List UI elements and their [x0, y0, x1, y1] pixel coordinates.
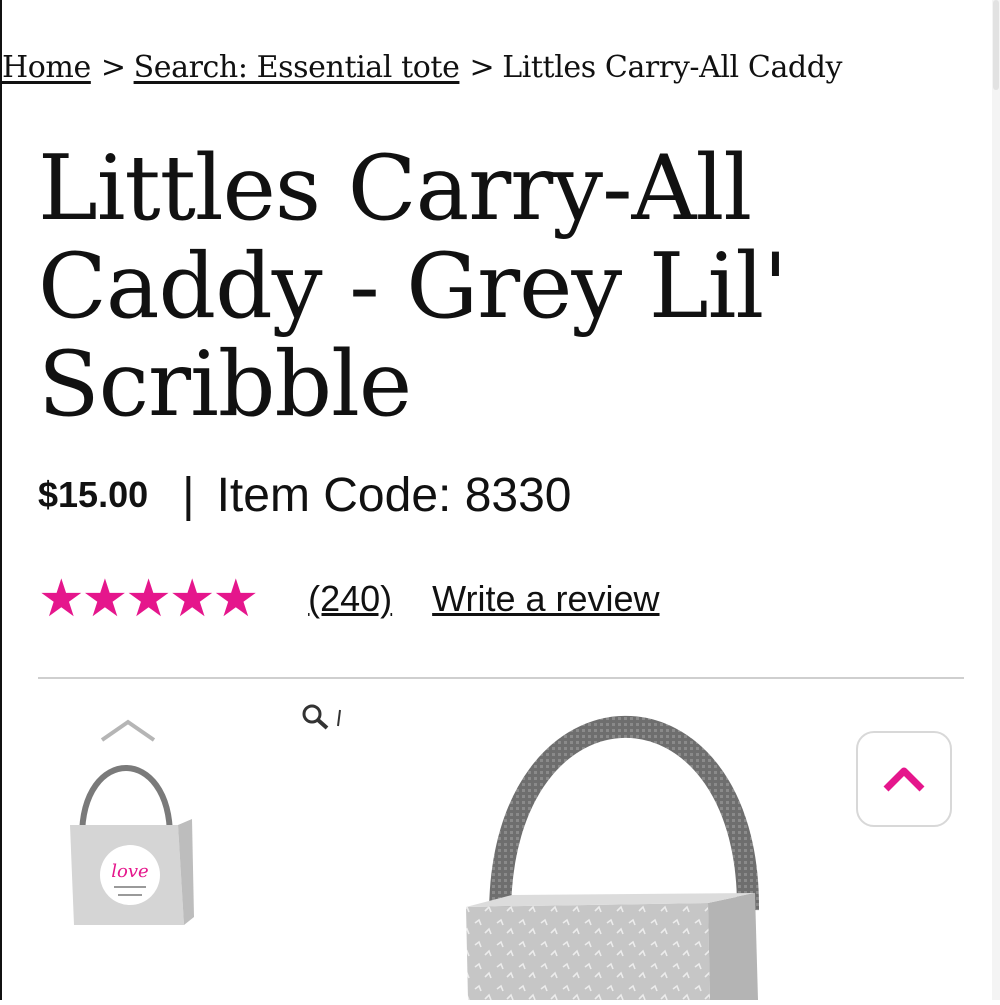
chevron-up-icon	[883, 767, 925, 792]
scrollbar-thumb[interactable]	[993, 0, 999, 90]
back-to-top-button[interactable]	[856, 731, 952, 827]
caddy-thumbnail-image: love	[70, 765, 194, 925]
breadcrumb-current: Littles Carry-All Caddy	[502, 50, 843, 85]
breadcrumb-separator: >	[100, 50, 126, 85]
price-row: $15.00 | Item Code: 8330	[38, 465, 571, 525]
product-thumbnail[interactable]: love	[60, 745, 200, 955]
product-main-image[interactable]	[450, 675, 790, 1000]
thumbnail-badge-text: love	[111, 861, 148, 882]
caddy-main-image	[466, 715, 760, 1000]
chevron-up-icon	[100, 719, 156, 742]
item-code: Item Code: 8330	[216, 468, 572, 522]
zoom-button[interactable]	[300, 702, 356, 732]
price-divider: |	[182, 468, 195, 522]
star-rating: ★★★★★	[38, 570, 259, 628]
breadcrumb-search-link[interactable]: Search: Essential tote	[134, 50, 460, 85]
breadcrumb-home-link[interactable]: Home	[2, 50, 91, 85]
scrollbar[interactable]	[992, 0, 1000, 1000]
review-count-link[interactable]: (240)	[308, 578, 392, 620]
write-review-link[interactable]: Write a review	[432, 578, 659, 620]
product-title: Littles Carry-All Caddy - Grey Lil' Scri…	[38, 136, 788, 437]
magnifier-icon	[302, 704, 341, 730]
breadcrumb-separator: >	[469, 50, 495, 85]
left-edge-rule	[0, 0, 2, 1000]
breadcrumb: Home > Search: Essential tote > Littles Carr…	[2, 50, 842, 85]
product-price: $15.00	[38, 474, 149, 515]
rating-row: ★★★★★ (240) Write a review	[38, 568, 660, 630]
